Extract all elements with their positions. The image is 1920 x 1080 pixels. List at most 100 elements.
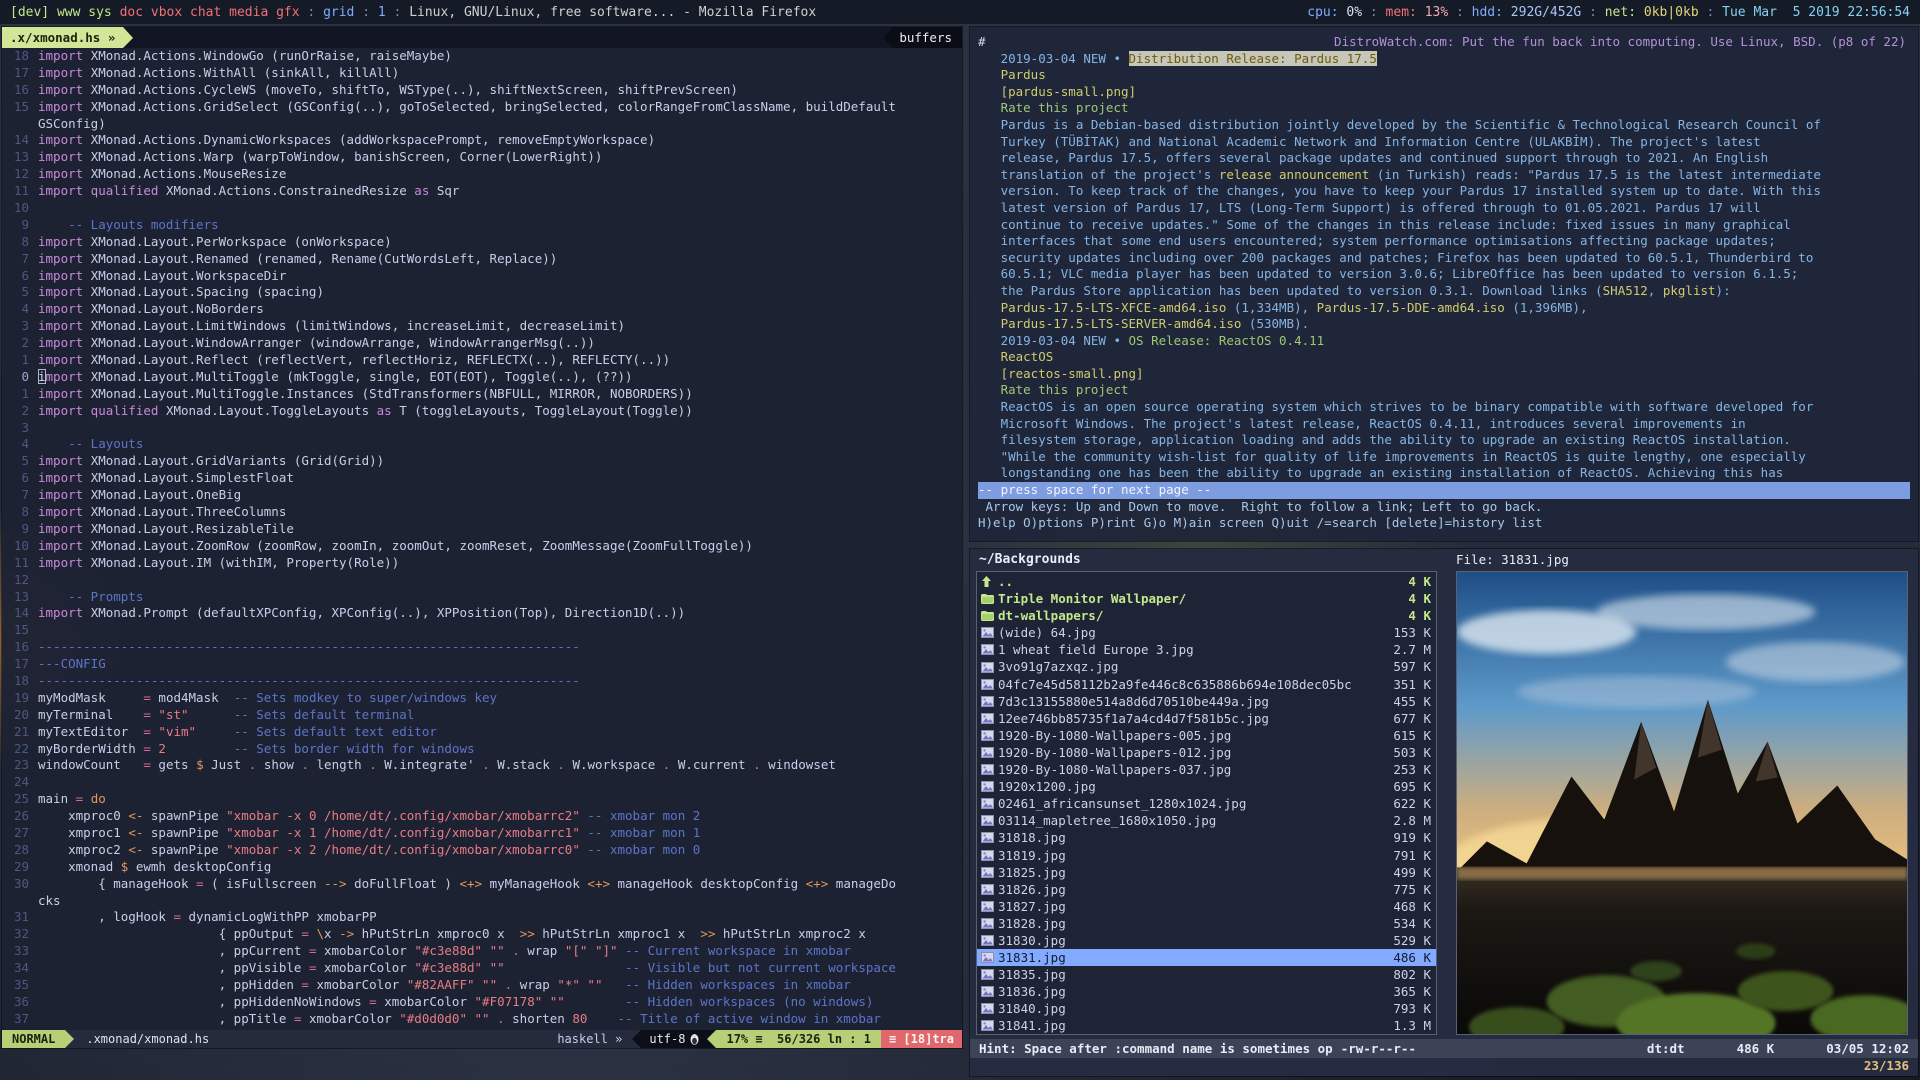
code-line[interactable]: 30 { manageHook = ( isFullscreen --> doF… bbox=[2, 876, 962, 893]
link[interactable]: [reactos-small.png] bbox=[978, 366, 1144, 381]
link[interactable]: Rate this project bbox=[978, 382, 1129, 397]
vim-editor-window[interactable]: .x/xmonad.hs » buffers 18import XMonad.A… bbox=[2, 27, 962, 1048]
code-line[interactable]: 14import XMonad.Actions.DynamicWorkspace… bbox=[2, 132, 962, 149]
selected-link[interactable]: Distribution Release: Pardus 17.5 bbox=[1129, 51, 1377, 66]
file-row[interactable]: 31831.jpg486 K bbox=[977, 949, 1436, 966]
buffers-tab[interactable]: buffers bbox=[893, 27, 962, 48]
code-line[interactable]: 12import XMonad.Actions.MouseResize bbox=[2, 166, 962, 183]
code-line[interactable]: 29 xmonad $ ewmh desktopConfig bbox=[2, 859, 962, 876]
link[interactable]: OS Release: ReactOS 0.4.11 bbox=[1129, 333, 1325, 348]
code-line[interactable]: 19myModMask = mod4Mask -- Sets modkey to… bbox=[2, 690, 962, 707]
code-line[interactable]: 26 xmproc0 <- spawnPipe "xmobar -x 0 /ho… bbox=[2, 808, 962, 825]
code-line[interactable]: 7import XMonad.Layout.Renamed (renamed, … bbox=[2, 251, 962, 268]
code-line[interactable]: 0import XMonad.Layout.MultiToggle (mkTog… bbox=[2, 369, 962, 386]
code-line[interactable]: 4 -- Layouts bbox=[2, 436, 962, 453]
link[interactable]: Pardus-17.5-LTS-XFCE-amd64.iso bbox=[978, 300, 1226, 315]
link[interactable]: Pardus bbox=[978, 67, 1046, 82]
code-line[interactable]: 33 , ppCurrent = xmobarColor "#c3e88d" "… bbox=[2, 943, 962, 960]
file-row[interactable]: 1920x1200.jpg695 K bbox=[977, 778, 1436, 795]
file-row[interactable]: 1 wheat field Europe 3.jpg2.7 M bbox=[977, 641, 1436, 658]
file-row[interactable]: 7d3c13155880e514a8d6d70510be449a.jpg455 … bbox=[977, 693, 1436, 710]
file-row[interactable]: 31818.jpg919 K bbox=[977, 829, 1436, 846]
file-row[interactable]: 31830.jpg529 K bbox=[977, 932, 1436, 949]
code-line[interactable]: 21myTextEditor = "vim" -- Sets default t… bbox=[2, 724, 962, 741]
file-row[interactable]: (wide) 64.jpg153 K bbox=[977, 624, 1436, 641]
link[interactable]: ReactOS bbox=[978, 349, 1053, 364]
file-row[interactable]: 03114_mapletree_1680x1050.jpg2.8 M bbox=[977, 812, 1436, 829]
code-line[interactable]: 17import XMonad.Actions.WithAll (sinkAll… bbox=[2, 65, 962, 82]
code-line[interactable]: 2import XMonad.Layout.WindowArranger (wi… bbox=[2, 335, 962, 352]
code-line[interactable]: 12 bbox=[2, 572, 962, 589]
code-line[interactable]: 35 , ppHidden = xmobarColor "#82AAFF" ""… bbox=[2, 977, 962, 994]
code-line[interactable]: 16--------------------------------------… bbox=[2, 639, 962, 656]
code-line[interactable]: 1import XMonad.Layout.MultiToggle.Instan… bbox=[2, 386, 962, 403]
file-row[interactable]: 1920-By-1080-Wallpapers-012.jpg503 K bbox=[977, 744, 1436, 761]
code-line[interactable]: 3import XMonad.Layout.LimitWindows (limi… bbox=[2, 318, 962, 335]
code-line[interactable]: 9 -- Layouts modifiers bbox=[2, 217, 962, 234]
file-row[interactable]: 02461_africansunset_1280x1024.jpg622 K bbox=[977, 795, 1436, 812]
file-row[interactable]: 31825.jpg499 K bbox=[977, 864, 1436, 881]
link[interactable]: Pardus-17.5-LTS-SERVER-amd64.iso bbox=[978, 316, 1241, 331]
code-line[interactable]: 17---CONFIG bbox=[2, 656, 962, 673]
code-line[interactable]: 6import XMonad.Layout.SimplestFloat bbox=[2, 470, 962, 487]
file-row[interactable]: 12ee746bb85735f1a7a4cd4d7f581b5c.jpg677 … bbox=[977, 710, 1436, 727]
code-line[interactable]: 1import XMonad.Layout.Reflect (reflectVe… bbox=[2, 352, 962, 369]
code-line[interactable]: 24 bbox=[2, 774, 962, 791]
code-line[interactable]: 10 bbox=[2, 200, 962, 217]
file-row[interactable]: 31840.jpg793 K bbox=[977, 1000, 1436, 1017]
vim-tab-xmonad-hs[interactable]: .x/xmonad.hs » bbox=[2, 27, 123, 48]
code-line[interactable]: 9import XMonad.Layout.ResizableTile bbox=[2, 521, 962, 538]
code-line[interactable]: 32 { ppOutput = \x -> hPutStrLn xmproc0 … bbox=[2, 926, 962, 943]
link[interactable]: release announcement bbox=[1219, 167, 1370, 182]
dir-row[interactable]: dt-wallpapers/4 K bbox=[977, 607, 1436, 624]
code-line[interactable]: cks bbox=[2, 893, 962, 910]
code-line[interactable]: 13 -- Prompts bbox=[2, 589, 962, 606]
code-line[interactable]: 7import XMonad.Layout.OneBig bbox=[2, 487, 962, 504]
code-line[interactable]: 2import qualified XMonad.Layout.ToggleLa… bbox=[2, 403, 962, 420]
code-line[interactable]: 8import XMonad.Layout.PerWorkspace (onWo… bbox=[2, 234, 962, 251]
workspaces-active[interactable]: [dev] www sys bbox=[10, 5, 112, 20]
dir-row[interactable]: Triple Monitor Wallpaper/4 K bbox=[977, 590, 1436, 607]
lynx-browser-window[interactable]: # DistroWatch.com: Put the fun back into… bbox=[970, 27, 1918, 541]
code-line[interactable]: 34 , ppVisible = xmobarColor "#c3e88d" "… bbox=[2, 960, 962, 977]
link[interactable]: Pardus-17.5-DDE-amd64.iso bbox=[1317, 300, 1505, 315]
file-row[interactable]: 31827.jpg468 K bbox=[977, 898, 1436, 915]
code-line[interactable]: 14import XMonad.Prompt (defaultXPConfig,… bbox=[2, 605, 962, 622]
link[interactable]: SHA512 bbox=[1603, 283, 1648, 298]
code-line[interactable]: 10import XMonad.Layout.ZoomRow (zoomRow,… bbox=[2, 538, 962, 555]
vim-code-area[interactable]: 18import XMonad.Actions.WindowGo (runOrR… bbox=[2, 48, 962, 1030]
code-line[interactable]: 27 xmproc1 <- spawnPipe "xmobar -x 1 /ho… bbox=[2, 825, 962, 842]
layout-indicator[interactable]: grid bbox=[323, 5, 354, 20]
code-line[interactable]: 18import XMonad.Actions.WindowGo (runOrR… bbox=[2, 48, 962, 65]
file-row[interactable]: 1920-By-1080-Wallpapers-005.jpg615 K bbox=[977, 727, 1436, 744]
file-row[interactable]: 31819.jpg791 K bbox=[977, 847, 1436, 864]
code-line[interactable]: 28 xmproc2 <- spawnPipe "xmobar -x 2 /ho… bbox=[2, 842, 962, 859]
link[interactable]: Rate this project bbox=[978, 100, 1129, 115]
code-line[interactable]: 5import XMonad.Layout.GridVariants (Grid… bbox=[2, 453, 962, 470]
code-line[interactable]: GSConfig) bbox=[2, 116, 962, 133]
parent-dir-row[interactable]: ..4 K bbox=[977, 573, 1436, 590]
code-line[interactable]: 20myTerminal = "st" -- Sets default term… bbox=[2, 707, 962, 724]
code-line[interactable]: 3 bbox=[2, 420, 962, 437]
file-row[interactable]: 31836.jpg365 K bbox=[977, 983, 1436, 1000]
code-line[interactable]: 23windowCount = gets $ Just . show . len… bbox=[2, 757, 962, 774]
code-line[interactable]: 18--------------------------------------… bbox=[2, 673, 962, 690]
file-row[interactable]: 31835.jpg802 K bbox=[977, 966, 1436, 983]
code-line[interactable]: 11import qualified XMonad.Actions.Constr… bbox=[2, 183, 962, 200]
code-line[interactable]: 8import XMonad.Layout.ThreeColumns bbox=[2, 504, 962, 521]
link[interactable]: [pardus-small.png] bbox=[978, 84, 1136, 99]
file-row[interactable]: 04fc7e45d58112b2a9fe446c8c635886b694e108… bbox=[977, 676, 1436, 693]
code-line[interactable]: 25main = do bbox=[2, 791, 962, 808]
file-row[interactable]: 31826.jpg775 K bbox=[977, 881, 1436, 898]
link[interactable]: pkglist bbox=[1663, 283, 1716, 298]
code-line[interactable]: 36 , ppHiddenNoWindows = xmobarColor "#F… bbox=[2, 994, 962, 1011]
code-line[interactable]: 6import XMonad.Layout.WorkspaceDir bbox=[2, 268, 962, 285]
code-line[interactable]: 5import XMonad.Layout.Spacing (spacing) bbox=[2, 284, 962, 301]
code-line[interactable]: 31 , logHook = dynamicLogWithPP xmobarPP bbox=[2, 909, 962, 926]
file-row[interactable]: 1920-By-1080-Wallpapers-037.jpg253 K bbox=[977, 761, 1436, 778]
code-line[interactable]: 15 bbox=[2, 622, 962, 639]
code-line[interactable]: 15import XMonad.Actions.GridSelect (GSCo… bbox=[2, 99, 962, 116]
code-line[interactable]: 16import XMonad.Actions.CycleWS (moveTo,… bbox=[2, 82, 962, 99]
code-line[interactable]: 22myBorderWidth = 2 -- Sets border width… bbox=[2, 741, 962, 758]
code-line[interactable]: 11import XMonad.Layout.IM (withIM, Prope… bbox=[2, 555, 962, 572]
